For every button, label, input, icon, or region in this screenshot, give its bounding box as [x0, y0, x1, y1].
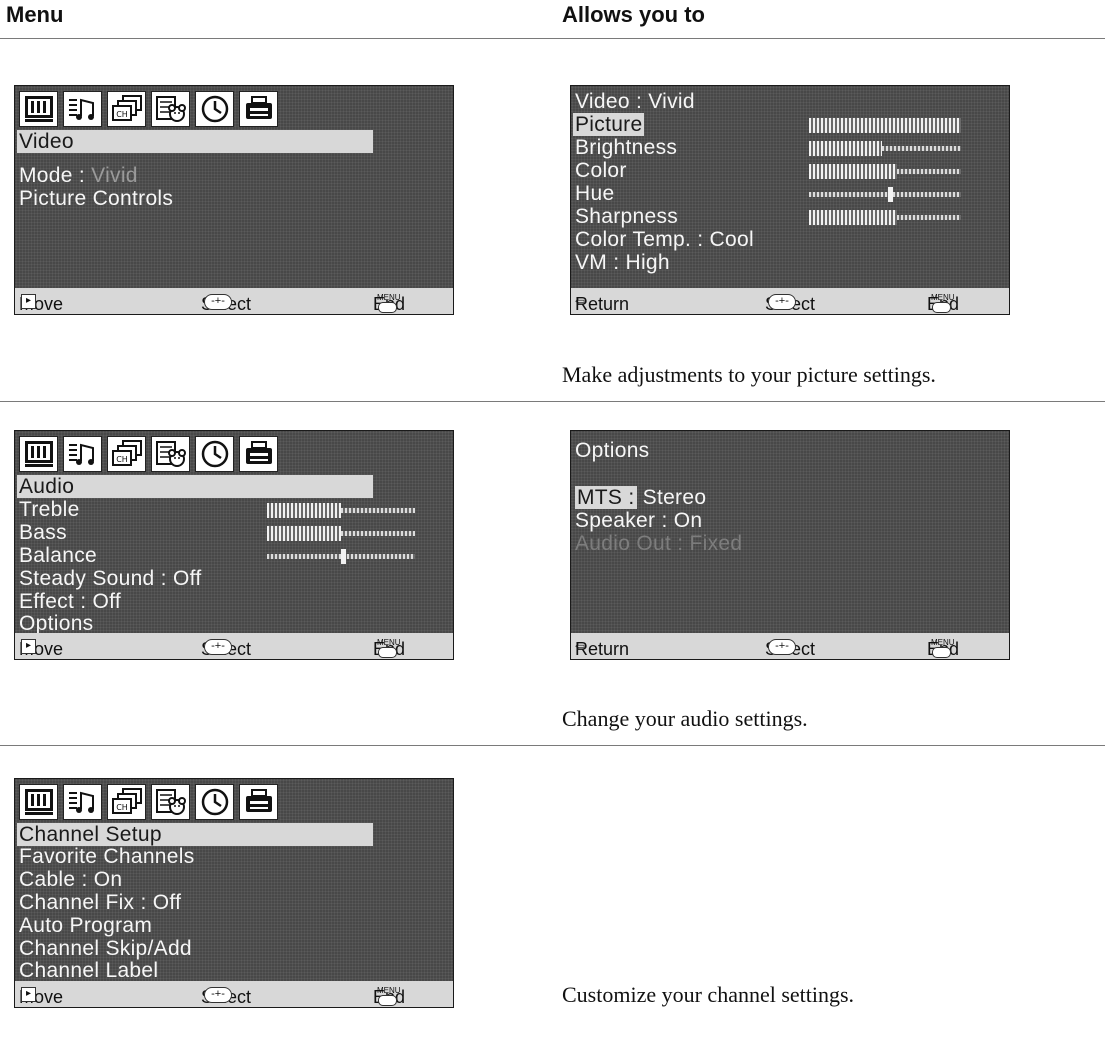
music-notes-icon[interactable]	[63, 436, 102, 472]
osd-footer: Move ▾◂▸ Select-+- EndMENU	[15, 288, 453, 314]
divider	[0, 38, 1105, 39]
channel-icon[interactable]: CH	[107, 91, 146, 127]
mode-item[interactable]: Mode : Vivid	[19, 164, 138, 187]
video-menu-title: Video	[19, 130, 74, 153]
channel-menu-screen: CH Channel Setup Favorite Channels Cable…	[14, 778, 454, 1008]
channel-icon[interactable]: CH	[107, 784, 146, 820]
tv-icon[interactable]	[19, 436, 58, 472]
video-title-highlight: Video	[17, 130, 373, 153]
color-slider[interactable]	[809, 164, 961, 179]
channel-title-highlight: Channel Setup	[17, 823, 373, 846]
divider	[0, 745, 1105, 746]
brightness-slider[interactable]	[809, 141, 961, 156]
mode-value: Vivid	[91, 164, 138, 187]
svg-text:CH: CH	[116, 455, 128, 464]
treble-item[interactable]: Treble	[19, 498, 80, 521]
menu-icon-bar: CH	[19, 91, 278, 127]
options-item[interactable]: Options	[19, 612, 93, 635]
osd-footer: ⇦Return Select-+- EndMENU	[571, 633, 1009, 659]
setup-icon[interactable]	[239, 436, 278, 472]
bass-slider[interactable]	[267, 526, 415, 541]
channel-description: Customize your channel settings.	[562, 982, 855, 1007]
end-hint: EndMENU	[373, 636, 405, 659]
setup-icon[interactable]	[239, 91, 278, 127]
kids-icon[interactable]	[151, 784, 190, 820]
audio-out-item: Audio Out : Fixed	[575, 532, 743, 555]
treble-slider[interactable]	[267, 503, 415, 518]
end-hint: EndMENU	[373, 291, 405, 314]
picture-item[interactable]: Picture	[573, 113, 645, 136]
menu-column-header: Menu	[6, 2, 64, 27]
mts-value: Stereo	[642, 486, 707, 509]
hue-item[interactable]: Hue	[575, 182, 614, 205]
clock-icon[interactable]	[195, 784, 234, 820]
bass-item[interactable]: Bass	[19, 521, 67, 544]
sharpness-item[interactable]: Sharpness	[575, 205, 678, 228]
picture-controls-item[interactable]: Picture Controls	[19, 187, 173, 210]
channel-icon[interactable]: CH	[107, 436, 146, 472]
favorite-channels-item[interactable]: Favorite Channels	[19, 845, 195, 868]
setup-icon[interactable]	[239, 784, 278, 820]
osd-footer: ⇦Return Select-+- EndMENU	[571, 288, 1009, 314]
audio-menu-title: Audio	[19, 475, 75, 498]
end-hint: EndMENU	[927, 636, 959, 659]
color-temp-item[interactable]: Color Temp. : Cool	[575, 228, 754, 251]
color-item[interactable]: Color	[575, 159, 627, 182]
hue-slider[interactable]	[809, 187, 961, 202]
kids-icon[interactable]	[151, 436, 190, 472]
picture-slider[interactable]	[809, 118, 961, 133]
auto-program-item[interactable]: Auto Program	[19, 914, 152, 937]
balance-slider[interactable]	[267, 549, 415, 564]
brightness-item[interactable]: Brightness	[575, 136, 677, 159]
audio-title-highlight: Audio	[17, 475, 373, 498]
osd-footer: Move ▾◂▸ Select-+- EndMENU	[15, 981, 453, 1007]
menu-icon-bar: CH	[19, 784, 278, 820]
channel-fix-item[interactable]: Channel Fix : Off	[19, 891, 181, 914]
audio-options-screen: Options MTS : Stereo Speaker : On Audio …	[570, 430, 1010, 660]
mts-label: MTS :	[575, 486, 637, 509]
cable-item[interactable]: Cable : On	[19, 868, 122, 891]
sharpness-slider[interactable]	[809, 210, 961, 225]
menu-icon-bar: CH	[19, 436, 278, 472]
svg-text:CH: CH	[116, 803, 128, 812]
channel-label-item[interactable]: Channel Label	[19, 959, 158, 982]
clock-icon[interactable]	[195, 436, 234, 472]
channel-menu-title: Channel Setup	[19, 823, 162, 846]
audio-description: Change your audio settings.	[562, 706, 808, 731]
speaker-item[interactable]: Speaker : On	[575, 509, 702, 532]
svg-text:CH: CH	[116, 110, 128, 119]
tv-icon[interactable]	[19, 784, 58, 820]
end-hint: EndMENU	[373, 984, 405, 1007]
osd-footer: Move ▾◂▸ Select-+- EndMENU	[15, 633, 453, 659]
clock-icon[interactable]	[195, 91, 234, 127]
video-menu-screen: CH Video Mode : Vivid Picture Controls M…	[14, 85, 454, 315]
audio-menu-screen: CH Audio Steady Sound : Off Effect : Off…	[14, 430, 454, 660]
balance-item[interactable]: Balance	[19, 544, 97, 567]
mts-item[interactable]: MTS : Stereo	[575, 486, 706, 509]
kids-icon[interactable]	[151, 91, 190, 127]
allows-column-header: Allows you to	[562, 2, 705, 27]
picture-controls-screen: Video : Vivid Color Temp. : Cool VM : Hi…	[570, 85, 1010, 315]
vm-item[interactable]: VM : High	[575, 251, 670, 274]
tv-icon[interactable]	[19, 91, 58, 127]
picture-menu-title: Video : Vivid	[575, 90, 695, 113]
channel-skip-add-item[interactable]: Channel Skip/Add	[19, 937, 192, 960]
effect-item[interactable]: Effect : Off	[19, 590, 121, 613]
music-notes-icon[interactable]	[63, 784, 102, 820]
music-notes-icon[interactable]	[63, 91, 102, 127]
picture-description: Make adjustments to your picture setting…	[562, 362, 936, 387]
end-hint: EndMENU	[927, 291, 959, 314]
mode-label: Mode :	[19, 164, 85, 187]
steady-sound-item[interactable]: Steady Sound : Off	[19, 567, 201, 590]
divider	[0, 401, 1105, 402]
options-menu-title: Options	[575, 439, 650, 462]
